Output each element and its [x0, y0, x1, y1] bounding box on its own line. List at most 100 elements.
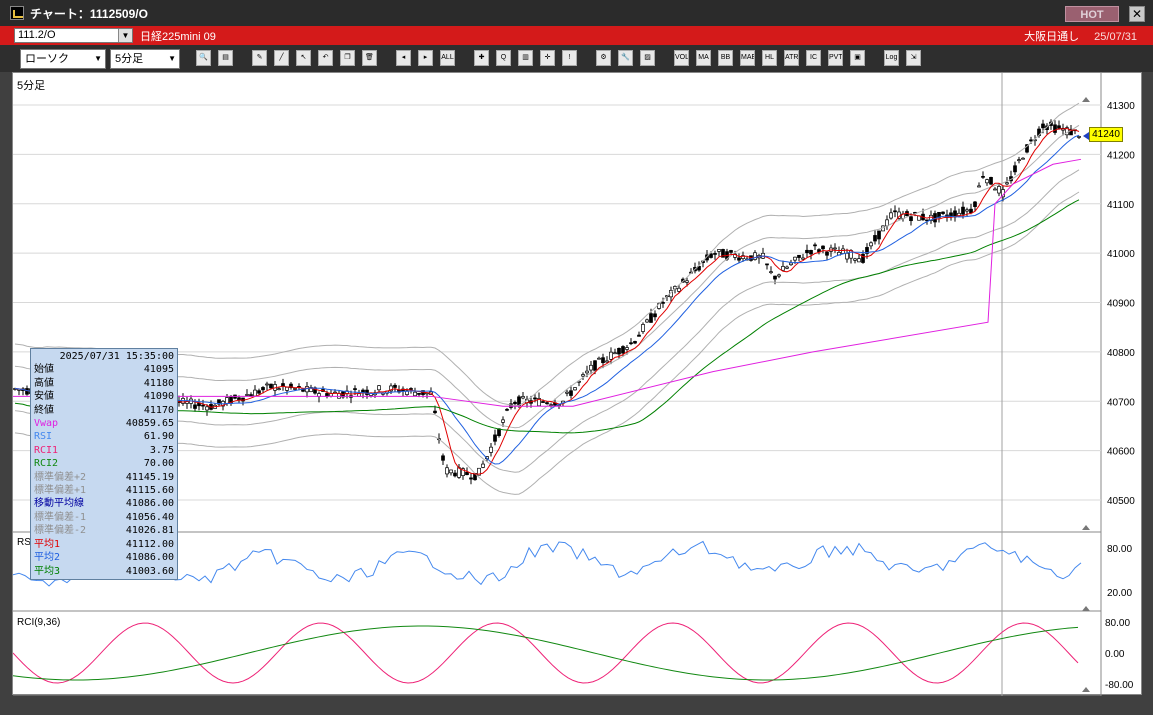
- all-icon[interactable]: ALL: [440, 50, 455, 66]
- copy-icon[interactable]: ❐: [340, 50, 355, 66]
- rci-tick-label: 0.00: [1105, 649, 1125, 660]
- price-tick-label: 40800: [1107, 348, 1135, 359]
- info-row: 標準偏差+1 41115.60: [34, 484, 174, 497]
- candle-body: [781, 266, 785, 271]
- symbol-select[interactable]: 111.2/O ▼: [14, 28, 133, 43]
- info-row: 標準偏差+2 41145.19: [34, 471, 174, 484]
- wrench-icon[interactable]: 🔧: [618, 50, 633, 66]
- chevron-down-icon: ▼: [168, 54, 176, 63]
- info-row: Vwap 40859.65: [34, 417, 174, 430]
- log-icon[interactable]: Log: [884, 50, 899, 66]
- candle-body: [709, 253, 713, 258]
- candle-body: [257, 390, 261, 394]
- pvt-icon[interactable]: PVT: [828, 50, 843, 66]
- undo-icon[interactable]: ↶: [318, 50, 333, 66]
- session-label: 大阪日通し: [1024, 31, 1080, 43]
- line-icon[interactable]: ╱: [274, 50, 289, 66]
- window-icon[interactable]: ▣: [850, 50, 865, 66]
- bars-icon[interactable]: ▥: [518, 50, 533, 66]
- candle-body: [393, 384, 397, 388]
- candle-body: [713, 253, 717, 255]
- candle-body: [573, 387, 577, 391]
- candle-body: [469, 477, 473, 480]
- candle-body: [769, 271, 773, 274]
- trash-icon[interactable]: 🗑: [362, 50, 377, 66]
- hot-button[interactable]: HOT: [1065, 6, 1119, 22]
- candle-body: [613, 352, 617, 355]
- candle-body: [413, 391, 417, 397]
- info-row: 標準偏差-1 41056.40: [34, 511, 174, 524]
- info-row-value: 70.00: [143, 458, 174, 470]
- candle-body: [965, 209, 969, 212]
- ichimoku-icon[interactable]: IC: [806, 50, 821, 66]
- disabled-icon[interactable]: !: [562, 50, 577, 66]
- info-row: 始値 41095: [34, 363, 174, 376]
- candle-body: [853, 258, 857, 261]
- search-chart-icon[interactable]: Q: [496, 50, 511, 66]
- candle-body: [753, 252, 757, 260]
- palette-icon[interactable]: ▨: [640, 50, 655, 66]
- info-rows: 始値 41095 高値 41180 安値 41090 終値 41170 Vwap 40859.65…: [34, 363, 174, 578]
- candle-body: [857, 258, 861, 263]
- info-row-label: 移動平均線: [34, 498, 84, 510]
- scroll-marker-icon: [1082, 97, 1090, 102]
- info-row-label: 終値: [34, 404, 54, 416]
- candle-body: [489, 446, 493, 453]
- indicator-icon[interactable]: VOL: [674, 50, 689, 66]
- chart-canvas[interactable]: 5分足 41300 41200 41100 41000 40900 40800 40700 40…: [13, 73, 1143, 696]
- candle-body: [493, 434, 497, 442]
- ma-icon[interactable]: MA: [696, 50, 711, 66]
- marker-icon[interactable]: ✚: [474, 50, 489, 66]
- rci-tick-label: 80.00: [1105, 618, 1130, 629]
- candle-body: [533, 397, 537, 400]
- candle-body: [541, 401, 545, 403]
- bb-icon[interactable]: BB: [718, 50, 733, 66]
- rci-tick-label: -80.00: [1105, 680, 1134, 691]
- candle-body: [521, 396, 525, 399]
- cursor-icon[interactable]: ↖: [296, 50, 311, 66]
- chart-type-select[interactable]: ローソク ▼: [20, 49, 106, 69]
- chart-app-icon: [10, 6, 24, 20]
- candle-body: [629, 342, 633, 345]
- pen-icon[interactable]: ✎: [252, 50, 267, 66]
- price-tick-label: 40900: [1107, 299, 1135, 310]
- candle-body: [649, 313, 653, 323]
- info-row: RCI1 3.75: [34, 444, 174, 457]
- candle-body: [225, 397, 229, 404]
- candle-right-icon[interactable]: ▸: [418, 50, 433, 66]
- chevron-down-icon[interactable]: ▼: [118, 29, 132, 42]
- candle-body: [193, 404, 197, 409]
- candle-body: [873, 235, 877, 242]
- candle-body: [25, 388, 29, 395]
- atr-icon[interactable]: ATR: [784, 50, 799, 66]
- chart-area[interactable]: 5分足 41300 41200 41100 41000 40900 40800 40700 40…: [12, 72, 1143, 696]
- zoom-icon[interactable]: 🔍: [196, 50, 211, 66]
- price-tick-label: 40700: [1107, 397, 1135, 408]
- candle-body: [821, 245, 825, 250]
- window-title: チャート：1112509/O: [30, 6, 148, 21]
- info-row-value: 40859.65: [125, 418, 174, 430]
- chart-window: チャート：1112509/O HOT ✕ 111.2/O ▼ 日経225mini…: [0, 0, 1153, 715]
- info-row-label: 始値: [34, 364, 54, 376]
- interval-select[interactable]: 5分足 ▼: [110, 49, 180, 69]
- crosshair-icon[interactable]: ✛: [540, 50, 555, 66]
- gear-icon[interactable]: ⚙: [596, 50, 611, 66]
- chevron-down-icon: ▼: [94, 54, 102, 63]
- candle-body: [585, 370, 589, 374]
- mae-icon[interactable]: MAE: [740, 50, 755, 66]
- close-button[interactable]: ✕: [1129, 6, 1145, 22]
- candle-body: [633, 341, 637, 344]
- info-row-value: 41115.60: [125, 485, 174, 497]
- hl-icon[interactable]: HL: [762, 50, 777, 66]
- table-icon[interactable]: ▤: [218, 50, 233, 66]
- candle-body: [1021, 157, 1025, 160]
- candle-body: [973, 201, 977, 207]
- info-row-value: 41026.81: [125, 525, 174, 537]
- candle-body: [597, 357, 601, 360]
- candle-left-icon[interactable]: ◂: [396, 50, 411, 66]
- candle-body: [617, 347, 621, 355]
- title-bar[interactable]: チャート：1112509/O HOT ✕: [0, 0, 1153, 26]
- info-row: 平均3 41003.60: [34, 565, 174, 578]
- export-icon[interactable]: ⇲: [906, 50, 921, 66]
- info-row-label: RCI2: [34, 458, 59, 470]
